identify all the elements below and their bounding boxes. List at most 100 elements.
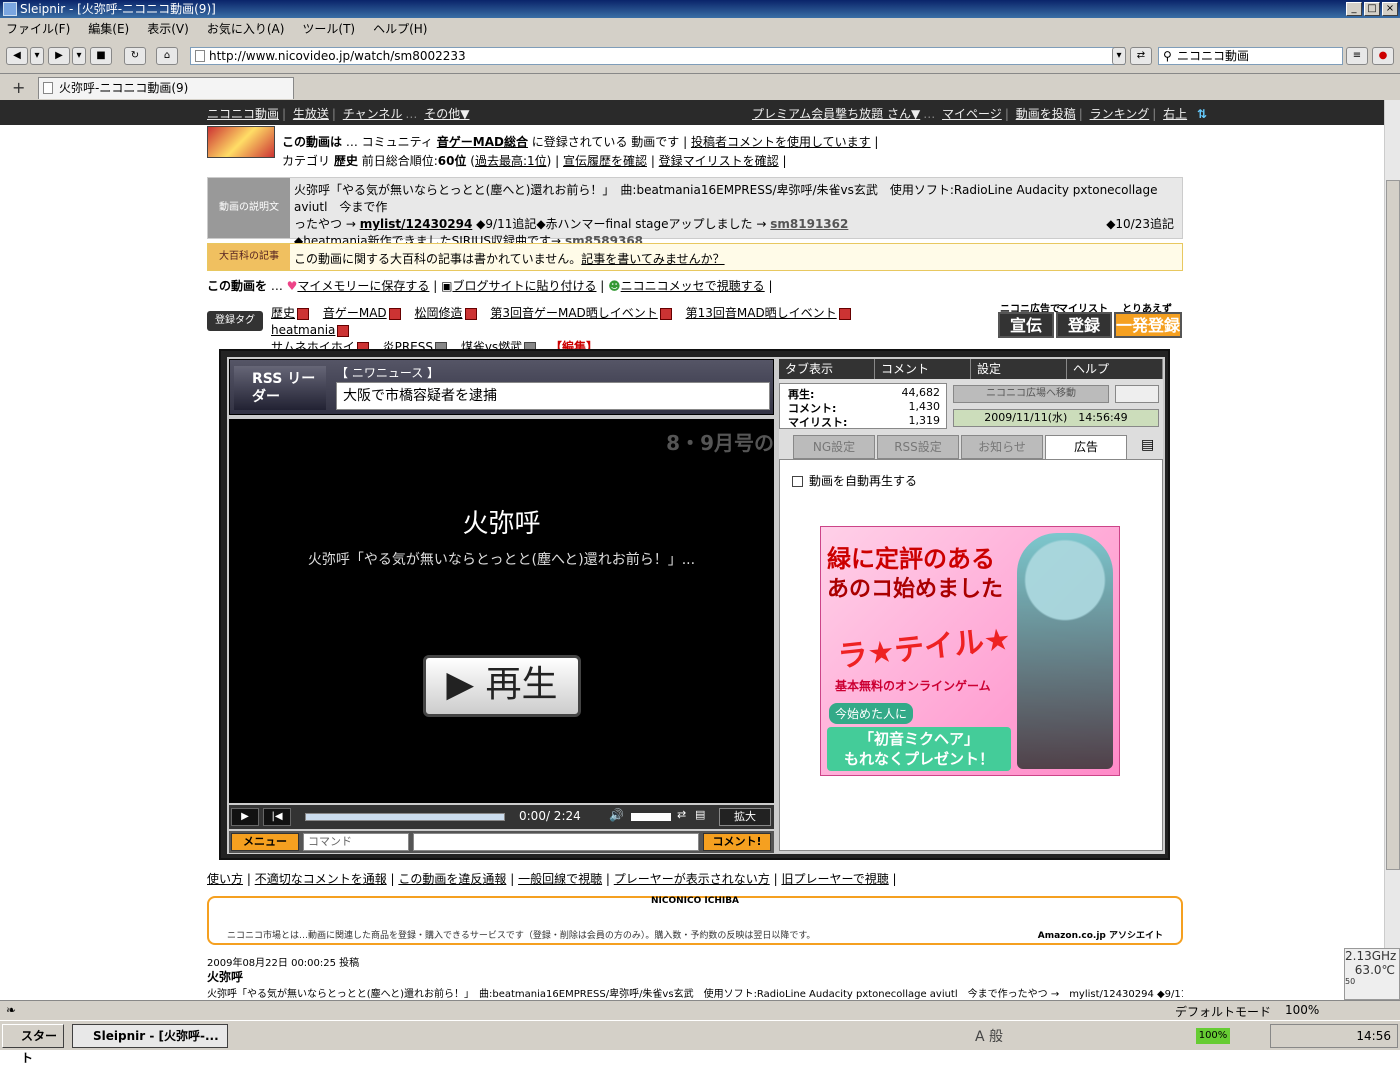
- tag-dic-icon[interactable]: [659, 307, 672, 320]
- subtab-ng[interactable]: NG設定: [793, 435, 875, 459]
- blog-paste-link[interactable]: ブログサイトに貼り付ける: [452, 279, 596, 293]
- users-icon[interactable]: [1115, 385, 1159, 403]
- expand-button[interactable]: 拡大: [719, 808, 771, 826]
- side-tab-settings[interactable]: 設定: [971, 359, 1067, 379]
- menu-button[interactable]: メニュー: [231, 833, 299, 851]
- scroll-top-icon[interactable]: ⇅: [1197, 107, 1207, 121]
- loop-icon[interactable]: ⇄: [677, 808, 686, 821]
- menu-file[interactable]: ファイル(F): [6, 20, 70, 37]
- back-icon[interactable]: ◀: [6, 47, 28, 65]
- rss-headline[interactable]: 大阪で市橋容疑者を逮捕: [336, 382, 770, 410]
- address-bar[interactable]: http://www.nicovideo.jp/watch/sm8002233: [190, 47, 1125, 65]
- search-input[interactable]: ⚲ ニコニコ動画: [1158, 47, 1343, 65]
- volume-icon[interactable]: 🔊: [609, 808, 624, 822]
- ichiba-amazon[interactable]: Amazon.co.jp アソシエイト: [1038, 928, 1163, 941]
- hiroba-button[interactable]: ニコニコ広場へ移動: [953, 385, 1109, 403]
- quick-register-button[interactable]: 一発登録: [1114, 312, 1182, 338]
- maximize-button[interactable]: □: [1364, 2, 1380, 16]
- normal-line-link[interactable]: 一般回線で視聴: [518, 872, 602, 886]
- go-icon[interactable]: ⇄: [1130, 47, 1152, 65]
- play-icon[interactable]: ▶: [231, 808, 259, 826]
- seek-bar[interactable]: [305, 813, 505, 821]
- menu-help[interactable]: ヘルプ(H): [373, 20, 427, 37]
- subtab-rss[interactable]: RSS設定: [877, 435, 959, 459]
- scroll-thumb[interactable]: [1386, 180, 1400, 870]
- record-icon[interactable]: ●: [1372, 47, 1394, 65]
- community-thumbnail[interactable]: [207, 126, 275, 158]
- back-dropdown-icon[interactable]: ▾: [30, 47, 44, 65]
- tag-item[interactable]: 歴史: [271, 306, 295, 320]
- video-screen[interactable]: 8・9月号の 火弥呼 火弥呼「やる気が無いならとっとと(塵へと)還れお前ら！」.…: [229, 419, 774, 803]
- subtab-ad[interactable]: 広告: [1045, 435, 1127, 459]
- nav-live[interactable]: 生放送: [293, 107, 329, 121]
- tag-dic-icon[interactable]: [464, 307, 477, 320]
- close-button[interactable]: ×: [1382, 2, 1398, 16]
- menu-tools[interactable]: ツール(T): [302, 20, 355, 37]
- autoplay-checkbox[interactable]: [792, 476, 803, 487]
- status-zoom[interactable]: 100%: [1285, 1003, 1319, 1017]
- reload-icon[interactable]: ↻: [124, 47, 146, 65]
- help-link[interactable]: 使い方: [207, 872, 243, 886]
- comment-submit-button[interactable]: コメント!: [703, 833, 771, 851]
- report-video-link[interactable]: この動画を違反通報: [398, 872, 506, 886]
- tag-item[interactable]: 第13回音MAD晒しイベント: [686, 306, 837, 320]
- autoplay-option[interactable]: 動画を自動再生する: [792, 472, 917, 489]
- nav-other[interactable]: その他▼: [424, 107, 469, 121]
- tag-dic-icon[interactable]: [838, 307, 851, 320]
- rss-icon[interactable]: ≡: [1346, 47, 1368, 65]
- report-comment-link[interactable]: 不適切なコメントを通報: [255, 872, 387, 886]
- menu-view[interactable]: 表示(V): [147, 20, 189, 37]
- home-icon[interactable]: ⌂: [156, 47, 178, 65]
- tag-item[interactable]: heatmania: [271, 323, 335, 337]
- play-button[interactable]: ▶ 再生: [423, 655, 581, 717]
- comment-input[interactable]: [413, 833, 699, 851]
- nav-nicovideo[interactable]: ニコニコ動画: [207, 107, 279, 121]
- stop-icon[interactable]: ■: [90, 47, 112, 65]
- ime-indicator[interactable]: A 般: [975, 1026, 1003, 1046]
- side-tab-help[interactable]: ヘルプ: [1067, 359, 1163, 379]
- tag-item[interactable]: 第3回音ゲーMAD晒しイベント: [490, 306, 657, 320]
- vertical-scrollbar[interactable]: [1384, 100, 1400, 1000]
- save-memory-link[interactable]: マイメモリーに保存する: [297, 279, 429, 293]
- taskbar-sleipnir[interactable]: Sleipnir - [火弥呼-...: [72, 1024, 228, 1048]
- address-dropdown-icon[interactable]: ▾: [1112, 47, 1126, 65]
- forward-icon[interactable]: ▶: [48, 47, 70, 65]
- nav-upload[interactable]: 動画を投稿: [1016, 107, 1076, 121]
- community-link[interactable]: 音ゲーMAD総合: [437, 135, 528, 149]
- old-player-link[interactable]: 旧プレーヤーで視聴: [781, 872, 888, 886]
- nav-channel[interactable]: チャンネル: [343, 107, 403, 121]
- rewind-icon[interactable]: |◀: [263, 808, 291, 826]
- nav-topright[interactable]: 右上: [1163, 107, 1187, 121]
- mylist-check-link[interactable]: 登録マイリストを確認: [659, 154, 779, 168]
- menu-favorites[interactable]: お気に入り(A): [207, 20, 285, 37]
- nav-ranking[interactable]: ランキング: [1090, 107, 1150, 121]
- nav-user-menu[interactable]: プレミアム会員撃ち放題 さん▼: [752, 107, 920, 121]
- tag-dic-icon[interactable]: [297, 307, 310, 320]
- nav-mypage[interactable]: マイページ: [942, 107, 1002, 121]
- notes-icon[interactable]: ▤: [1141, 437, 1154, 453]
- uploader-comment-link[interactable]: 投稿者コメントを使用しています: [691, 135, 871, 149]
- past-best-link[interactable]: 過去最高:1位: [475, 154, 547, 168]
- new-tab-icon[interactable]: +: [12, 78, 25, 97]
- player-trouble-link[interactable]: プレーヤーが表示されない方: [614, 872, 770, 886]
- tag-dic-icon[interactable]: [388, 307, 401, 320]
- ad-banner[interactable]: 緑に定評のある あのコ始めました ラ★テイル★ 基本無料のオンラインゲーム 今始…: [820, 526, 1120, 776]
- tab-active[interactable]: 火弥呼-ニコニコ動画(9): [38, 77, 294, 99]
- comment-toggle-icon[interactable]: ▤: [695, 808, 705, 821]
- tray-clock[interactable]: 14:56: [1356, 1029, 1391, 1043]
- tag-dic-icon[interactable]: [337, 324, 350, 337]
- side-tab-comment[interactable]: コメント: [875, 359, 971, 379]
- messe-link[interactable]: ニコニコメッセで視聴する: [621, 279, 765, 293]
- sm-link-1[interactable]: sm8191362: [770, 217, 848, 231]
- minimize-button[interactable]: _: [1346, 2, 1362, 16]
- mylist-link[interactable]: mylist/12430294: [360, 217, 473, 231]
- command-input[interactable]: コマンド: [303, 833, 409, 851]
- subtab-news[interactable]: お知らせ: [961, 435, 1043, 459]
- status-mode[interactable]: デフォルトモード: [1175, 1003, 1271, 1020]
- forward-dropdown-icon[interactable]: ▾: [72, 47, 86, 65]
- history-link[interactable]: 宣伝履歴を確認: [563, 154, 647, 168]
- side-tab-display[interactable]: タブ表示: [779, 359, 875, 379]
- advertise-button[interactable]: 宣伝: [998, 312, 1054, 338]
- tag-item[interactable]: 松岡修造: [414, 306, 462, 320]
- tag-item[interactable]: 音ゲーMAD: [323, 306, 387, 320]
